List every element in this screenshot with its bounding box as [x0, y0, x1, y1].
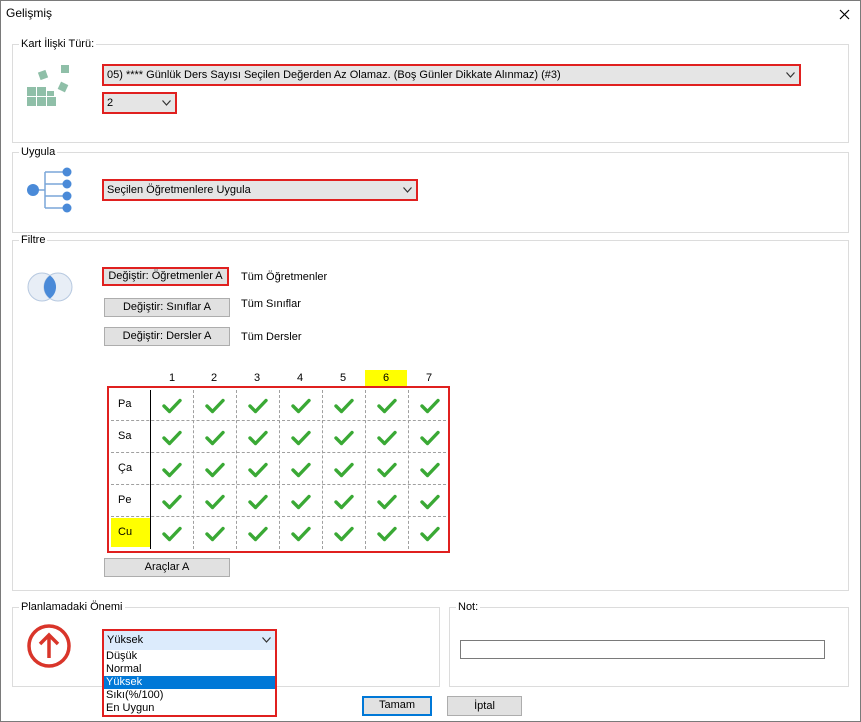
- arrow-up-circle-icon: [27, 624, 71, 668]
- note-group-label: Not:: [456, 600, 481, 614]
- check-icon[interactable]: [420, 462, 440, 478]
- check-icon[interactable]: [162, 462, 182, 478]
- period-header[interactable]: 2: [193, 370, 235, 386]
- importance-dropdown-list: Düşük Normal Yüksek Sıkı(%/100) En Uygun: [102, 650, 277, 717]
- importance-option[interactable]: En Uygun: [104, 702, 275, 715]
- check-icon[interactable]: [334, 462, 354, 478]
- day-label[interactable]: Pa: [111, 390, 150, 419]
- close-button[interactable]: [834, 4, 854, 24]
- change-lessons-button[interactable]: Değiştir: Dersler A: [104, 327, 230, 346]
- check-icon[interactable]: [420, 526, 440, 542]
- check-icon[interactable]: [248, 430, 268, 446]
- period-header-highlighted[interactable]: 6: [365, 370, 407, 386]
- check-icon[interactable]: [420, 494, 440, 510]
- period-header[interactable]: 1: [151, 370, 193, 386]
- classes-filter-desc: Tüm Sınıflar: [241, 298, 301, 310]
- check-icon[interactable]: [162, 526, 182, 542]
- importance-group-label: Planlamadaki Önemi: [19, 600, 125, 614]
- period-header[interactable]: 5: [322, 370, 364, 386]
- importance-option[interactable]: Düşük: [104, 650, 275, 663]
- check-icon[interactable]: [205, 462, 225, 478]
- tree-branch-icon: [27, 167, 72, 213]
- check-icon[interactable]: [377, 398, 397, 414]
- day-label[interactable]: Sa: [111, 422, 150, 451]
- cards-icon: [27, 65, 69, 106]
- check-icon[interactable]: [377, 430, 397, 446]
- importance-select[interactable]: Yüksek: [102, 629, 277, 651]
- cancel-button[interactable]: İptal: [447, 696, 522, 716]
- check-icon[interactable]: [291, 430, 311, 446]
- check-icon[interactable]: [291, 494, 311, 510]
- check-icon[interactable]: [334, 494, 354, 510]
- check-icon[interactable]: [162, 430, 182, 446]
- rule-type-value: 05) **** Günlük Ders Sayısı Seçilen Değe…: [107, 69, 561, 81]
- check-icon[interactable]: [291, 462, 311, 478]
- title-bar: Gelişmiş: [1, 1, 860, 27]
- uygula-group-label: Uygula: [19, 145, 58, 159]
- count-select[interactable]: 2: [102, 92, 177, 114]
- chevron-down-icon: [403, 187, 412, 193]
- check-icon[interactable]: [291, 398, 311, 414]
- check-icon[interactable]: [420, 398, 440, 414]
- check-icon[interactable]: [248, 462, 268, 478]
- importance-option[interactable]: Normal: [104, 663, 275, 676]
- venn-filter-icon: [27, 272, 73, 302]
- check-icon[interactable]: [420, 430, 440, 446]
- day-label[interactable]: Pe: [111, 486, 150, 515]
- check-icon[interactable]: [377, 526, 397, 542]
- chevron-down-icon: [162, 100, 171, 106]
- check-icon[interactable]: [377, 494, 397, 510]
- apply-scope-value: Seçilen Öğretmenlere Uygula: [107, 184, 251, 196]
- check-icon[interactable]: [377, 462, 397, 478]
- day-label-highlighted[interactable]: Cu: [111, 518, 150, 547]
- day-label[interactable]: Ça: [111, 454, 150, 483]
- ok-button[interactable]: Tamam: [362, 696, 432, 716]
- importance-option[interactable]: Sıkı(%/100): [104, 689, 275, 702]
- lessons-filter-desc: Tüm Dersler: [241, 331, 302, 343]
- time-grid: Pa Sa Ça Pe Cu: [107, 386, 450, 553]
- check-icon[interactable]: [162, 494, 182, 510]
- teachers-filter-desc: Tüm Öğretmenler: [241, 271, 328, 283]
- check-icon[interactable]: [162, 398, 182, 414]
- check-icon[interactable]: [334, 430, 354, 446]
- window-title: Gelişmiş: [6, 6, 53, 20]
- chevron-down-icon: [786, 72, 795, 78]
- period-header[interactable]: 4: [279, 370, 321, 386]
- importance-option-selected[interactable]: Yüksek: [104, 676, 275, 689]
- close-icon: [839, 9, 849, 19]
- period-header[interactable]: 3: [236, 370, 278, 386]
- check-icon[interactable]: [205, 398, 225, 414]
- period-header[interactable]: 7: [408, 370, 450, 386]
- check-icon[interactable]: [248, 526, 268, 542]
- apply-scope-select[interactable]: Seçilen Öğretmenlere Uygula: [102, 179, 418, 201]
- check-icon[interactable]: [291, 526, 311, 542]
- check-icon[interactable]: [334, 398, 354, 414]
- tools-button[interactable]: Araçlar A: [104, 558, 230, 577]
- check-icon[interactable]: [248, 494, 268, 510]
- check-icon[interactable]: [334, 526, 354, 542]
- chevron-down-icon: [262, 637, 271, 643]
- kart-group-label: Kart İlişki Türü:: [19, 37, 97, 51]
- check-icon[interactable]: [205, 494, 225, 510]
- check-icon[interactable]: [205, 526, 225, 542]
- change-teachers-button[interactable]: Değiştir: Öğretmenler A: [102, 267, 229, 286]
- change-classes-button[interactable]: Değiştir: Sınıflar A: [104, 298, 230, 317]
- count-value: 2: [107, 97, 114, 109]
- dialog-window: Gelişmiş Kart İlişki Türü: 05) **** Günl…: [0, 0, 861, 722]
- importance-value: Yüksek: [107, 634, 144, 646]
- note-input[interactable]: [460, 640, 825, 659]
- check-icon[interactable]: [205, 430, 225, 446]
- rule-type-select[interactable]: 05) **** Günlük Ders Sayısı Seçilen Değe…: [102, 64, 801, 86]
- check-icon[interactable]: [248, 398, 268, 414]
- filtre-group-label: Filtre: [19, 233, 48, 247]
